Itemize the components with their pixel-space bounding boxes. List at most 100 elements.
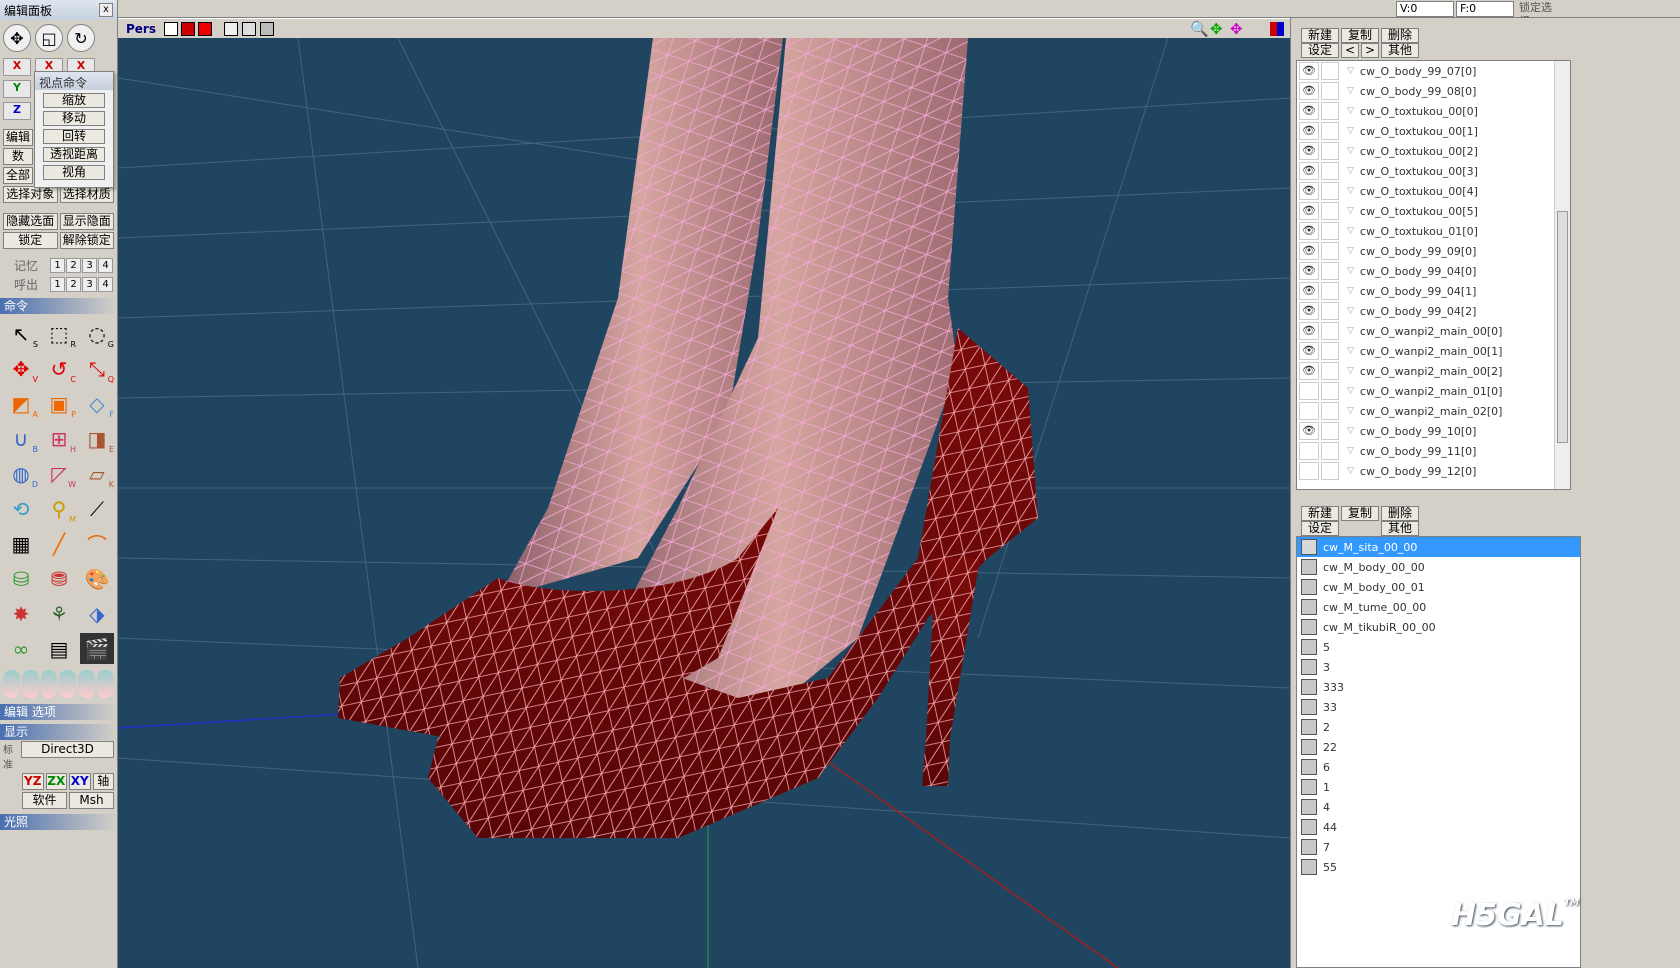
material-list-item[interactable]: cw_M_sita_00_00 [1297,537,1580,557]
lock-toggle-icon[interactable] [1321,82,1339,100]
lock-toggle-icon[interactable] [1321,342,1339,360]
object-list-item[interactable]: 👁 ▽ cw_O_wanpi2_main_00[0] [1297,321,1570,341]
expand-triangle-icon[interactable]: ▽ [1347,186,1354,196]
rotate-view-icon[interactable]: ↻ [67,24,95,52]
lock-toggle-icon[interactable] [1321,102,1339,120]
orbit-icon[interactable]: ✥ [1230,20,1243,38]
expand-triangle-icon[interactable]: ▽ [1347,346,1354,356]
unlock-button[interactable]: 解除锁定 [59,232,114,249]
object-list-item[interactable]: 👁 ▽ cw_O_body_99_04[1] [1297,281,1570,301]
hidden-eye-icon[interactable] [1299,382,1319,400]
character-2-icon[interactable] [21,670,39,698]
axis-x-button[interactable]: X [3,58,31,76]
character-6-icon[interactable] [97,670,114,698]
object-list-item[interactable]: 👁 ▽ cw_O_toxtukou_00[0] [1297,101,1570,121]
move-tool-icon[interactable]: ✥ V [4,353,38,385]
bevel-icon[interactable]: ▱ K [80,458,114,490]
material-other-button[interactable]: 其他 [1381,521,1419,536]
zoom-button[interactable]: 缩放 [43,93,105,108]
object-list-item[interactable]: ▽ cw_O_body_99_11[0] [1297,441,1570,461]
eye-icon[interactable]: 👁 [1299,82,1319,100]
record-icon[interactable] [198,22,212,36]
eye-icon[interactable]: 👁 [1299,142,1319,160]
object-list-item[interactable]: 👁 ▽ cw_O_toxtukou_00[5] [1297,201,1570,221]
eye-icon[interactable]: 👁 [1299,262,1319,280]
material-settings-button[interactable]: 设定 [1301,521,1339,536]
eye-icon[interactable]: 👁 [1299,122,1319,140]
eye-icon[interactable]: 👁 [1299,162,1319,180]
mirror-icon[interactable]: ◨ E [80,423,114,455]
paint-cylinder-icon[interactable]: ⛃ [42,563,76,594]
eye-icon[interactable]: 👁 [1299,102,1319,120]
tree-icon[interactable]: ⚘ [42,598,76,629]
axis-y-button[interactable]: Y [3,80,31,98]
zoom-view-icon[interactable]: ◱ [35,24,63,52]
lock-toggle-icon[interactable] [1321,282,1339,300]
object-list-item[interactable]: 👁 ▽ cw_O_body_99_08[0] [1297,81,1570,101]
recall-1[interactable]: 1 [50,277,65,292]
expand-triangle-icon[interactable]: ▽ [1347,226,1354,236]
object-list-item[interactable]: 👁 ▽ cw_O_body_99_10[0] [1297,421,1570,441]
eye-icon[interactable]: 👁 [1299,242,1319,260]
eye-icon[interactable]: 👁 [1299,322,1319,340]
zoom-icon[interactable]: 🔍 [1190,20,1209,38]
lasso-icon[interactable]: ◌ G [80,318,114,350]
lock-toggle-icon[interactable] [1321,62,1339,80]
color-icon[interactable] [1270,22,1284,36]
lock-toggle-icon[interactable] [1321,402,1339,420]
bone-icon[interactable]: ╱ [42,528,76,559]
recall-4[interactable]: 4 [98,277,113,292]
frame-icon[interactable] [181,22,195,36]
character-3-icon[interactable] [40,670,58,698]
edit-options-header[interactable]: 编辑 选项 [0,704,117,720]
film-icon[interactable]: 🎬 [80,633,114,664]
expand-triangle-icon[interactable]: ▽ [1347,466,1354,476]
rotate-tool-icon[interactable]: ↺ C [42,353,76,385]
material-new-button[interactable]: 新建 [1301,506,1339,521]
fit-view-icon[interactable] [164,22,178,36]
object-list[interactable]: 👁 ▽ cw_O_body_99_07[0] 👁 ▽ cw_O_body_99_08[0]… [1296,60,1571,490]
expand-triangle-icon[interactable]: ▽ [1347,306,1354,316]
eye-icon[interactable]: 👁 [1299,202,1319,220]
hidden-eye-icon[interactable] [1299,442,1319,460]
expand-triangle-icon[interactable]: ▽ [1347,146,1354,156]
copy-view-icon[interactable] [242,22,256,36]
eye-icon[interactable]: 👁 [1299,342,1319,360]
pan-icon[interactable]: ✥ [1210,20,1223,38]
expand-triangle-icon[interactable]: ▽ [1347,246,1354,256]
object-list-item[interactable]: 👁 ▽ cw_O_toxtukou_00[2] [1297,141,1570,161]
object-list-item[interactable]: 👁 ▽ cw_O_body_99_07[0] [1297,61,1570,81]
yz-plane-button[interactable]: YZ [22,773,44,790]
diagonal-icon[interactable]: ◸ W [42,458,76,490]
xy-plane-button[interactable]: XY [69,773,91,790]
hidden-eye-icon[interactable] [1299,462,1319,480]
expand-triangle-icon[interactable]: ▽ [1347,266,1354,276]
move-view-icon[interactable]: ✥ [3,24,31,52]
msh-button[interactable]: Msh [69,792,114,809]
material-list-item[interactable]: 6 [1297,757,1580,777]
memory-4[interactable]: 4 [98,258,113,273]
move-button[interactable]: 移动 [43,111,105,126]
zx-plane-button[interactable]: ZX [45,773,67,790]
object-list-item[interactable]: 👁 ▽ cw_O_body_99_09[0] [1297,241,1570,261]
lathe-icon[interactable]: ⟲ [4,493,38,524]
eye-icon[interactable]: 👁 [1299,62,1319,80]
eye-icon[interactable]: 👁 [1299,182,1319,200]
lock-toggle-icon[interactable] [1321,422,1339,440]
rotate-button[interactable]: 回转 [43,129,105,144]
object-list-item[interactable]: 👁 ▽ cw_O_toxtukou_00[3] [1297,161,1570,181]
object-new-button[interactable]: 新建 [1301,28,1339,43]
eye-icon[interactable]: 👁 [1299,302,1319,320]
expand-triangle-icon[interactable]: ▽ [1347,66,1354,76]
box-icon[interactable]: ▣ P [42,388,76,420]
palette-icon[interactable]: 🎨 [80,563,114,594]
material-list-item[interactable]: 1 [1297,777,1580,797]
object-list-item[interactable]: 👁 ▽ cw_O_toxtukou_00[1] [1297,121,1570,141]
object-settings-button[interactable]: 设定 [1301,43,1339,58]
lock-toggle-icon[interactable] [1321,162,1339,180]
memory-1[interactable]: 1 [50,258,65,273]
expand-triangle-icon[interactable]: ▽ [1347,86,1354,96]
bend-icon[interactable]: ⌒ [80,528,114,559]
recall-3[interactable]: 3 [82,277,97,292]
material-list-item[interactable]: cw_M_body_00_00 [1297,557,1580,577]
